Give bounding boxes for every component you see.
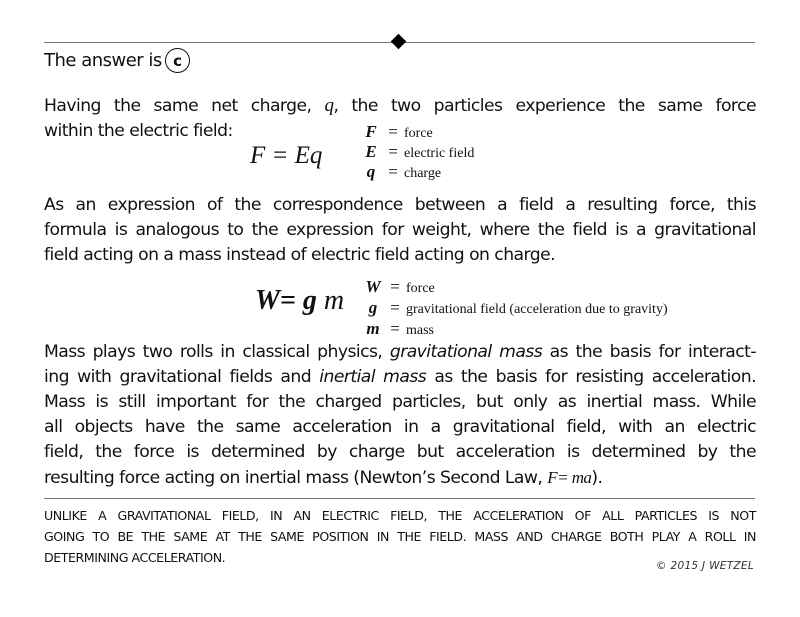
answer-prefix: The answer is xyxy=(44,50,162,71)
paragraph-line: As an expression of the correspondence b… xyxy=(44,195,757,215)
legend-symbol: F xyxy=(365,122,377,141)
paragraph-line: formula is analogous to the expression f… xyxy=(44,220,757,240)
legend-symbol: q xyxy=(366,162,376,181)
caption-line: GOING TO BE THE SAME AT THE SAME POSITIO… xyxy=(44,529,756,544)
legend-description: charge xyxy=(404,166,442,181)
caption-line: UNLIKE A GRAVITATIONAL FIELD, IN AN ELEC… xyxy=(44,508,756,523)
formula-weight: W= g m xyxy=(255,285,345,316)
formula2-legend: W = force g = gravitational field (accel… xyxy=(362,277,668,340)
term-inertial-mass: inertial mass xyxy=(319,367,427,387)
legend-row: F = force xyxy=(360,122,474,142)
legend-description: electric field xyxy=(404,146,475,161)
legend-symbol: g xyxy=(368,298,378,317)
paragraph-line: all objects have the same acceleration i… xyxy=(44,417,757,437)
legend-symbol: m xyxy=(366,319,380,338)
term-gravitational-mass: gravitational mass xyxy=(389,342,543,362)
copyright-notice: © 2015 J WETZEL xyxy=(656,560,754,572)
paragraph-line: Mass plays two rolls in classical physic… xyxy=(44,342,757,362)
caption-line: DETERMINING ACCELERATION. xyxy=(44,550,226,565)
legend-row: q = charge xyxy=(360,162,474,182)
diamond-ornament-icon xyxy=(390,33,407,50)
legend-row: W = force xyxy=(362,277,668,298)
legend-description: gravitational field (acceleration due to… xyxy=(406,302,668,317)
paragraph-line: Mass is still important for the charged … xyxy=(44,392,757,412)
paragraph-line: field acting on a mass instead of electr… xyxy=(44,245,556,265)
legend-description: force xyxy=(406,281,435,296)
paragraph-mass: Mass plays two rolls in classical physic… xyxy=(44,340,757,491)
formula-electric-force: F = Eq xyxy=(250,142,323,169)
newton-formula: F= ma xyxy=(547,468,592,487)
legend-description: mass xyxy=(406,323,434,338)
legend-row: E = electric field xyxy=(360,142,474,162)
legend-row: g = gravitational field (acceleration du… xyxy=(362,298,668,319)
answer-line: The answer is c xyxy=(44,48,190,73)
paragraph-line: Having the same net charge, q, the two p… xyxy=(44,95,757,116)
paragraph-line: resulting force acting on inertial mass … xyxy=(44,468,603,488)
legend-description: force xyxy=(404,126,433,141)
caption-divider xyxy=(44,498,755,499)
summary-caption: UNLIKE A GRAVITATIONAL FIELD, IN AN ELEC… xyxy=(44,505,756,568)
paragraph-line: ing with gravitational fields and inerti… xyxy=(44,367,757,387)
legend-row: m = mass xyxy=(362,319,668,340)
formula1-legend: F = force E = electric field q = charge xyxy=(360,122,474,182)
answer-letter-circle: c xyxy=(164,48,190,73)
legend-symbol: W xyxy=(365,277,381,296)
legend-symbol: E xyxy=(365,142,377,161)
paragraph-line: field, the force is determined by charge… xyxy=(44,442,757,462)
paragraph-analogy: As an expression of the correspondence b… xyxy=(44,193,757,268)
